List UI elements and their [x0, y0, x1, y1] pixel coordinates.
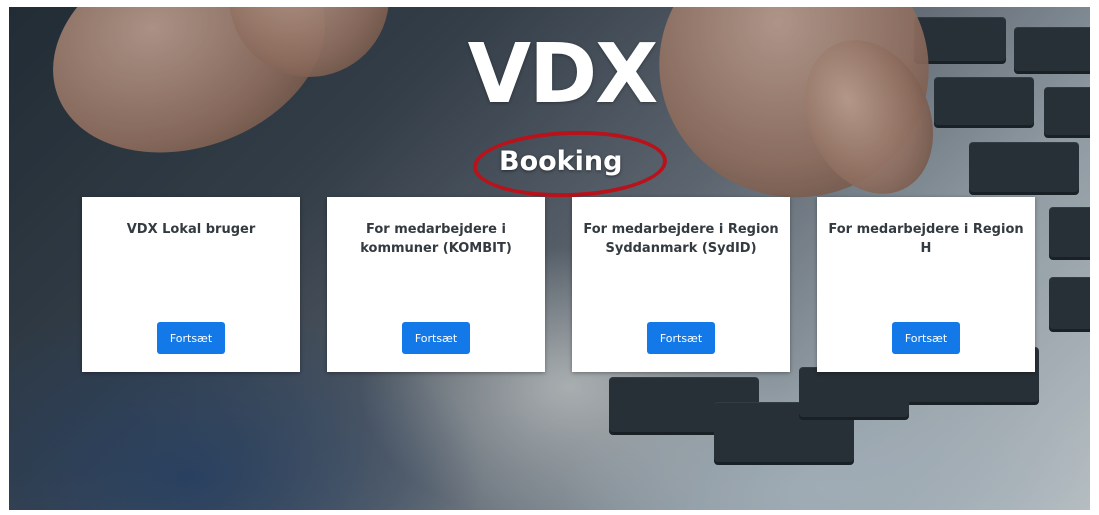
login-option-title: For medarbejdere i Region H: [828, 222, 1024, 256]
continue-button-region-h[interactable]: Fortsæt: [892, 322, 960, 354]
login-option-title: VDX Lokal bruger: [126, 222, 256, 237]
login-option-card-kombit: For medarbejdere i kommuner (KOMBIT) For…: [327, 197, 545, 372]
login-option-title: For medarbejdere i kommuner (KOMBIT): [360, 222, 512, 256]
login-option-title: For medarbejdere i Region Syddanmark (Sy…: [583, 222, 779, 256]
login-page: VDX Booking VDX Lokal bruger Fortsæt For…: [9, 7, 1090, 510]
continue-button-kombit[interactable]: Fortsæt: [402, 322, 470, 354]
login-option-card-sydid: For medarbejdere i Region Syddanmark (Sy…: [572, 197, 790, 372]
continue-button-lokal[interactable]: Fortsæt: [157, 322, 225, 354]
continue-button-sydid[interactable]: Fortsæt: [647, 322, 715, 354]
login-option-card-lokal: VDX Lokal bruger Fortsæt: [82, 197, 300, 372]
vdx-logo: VDX: [467, 27, 659, 122]
login-option-card-region-h: For medarbejdere i Region H Fortsæt: [817, 197, 1035, 372]
